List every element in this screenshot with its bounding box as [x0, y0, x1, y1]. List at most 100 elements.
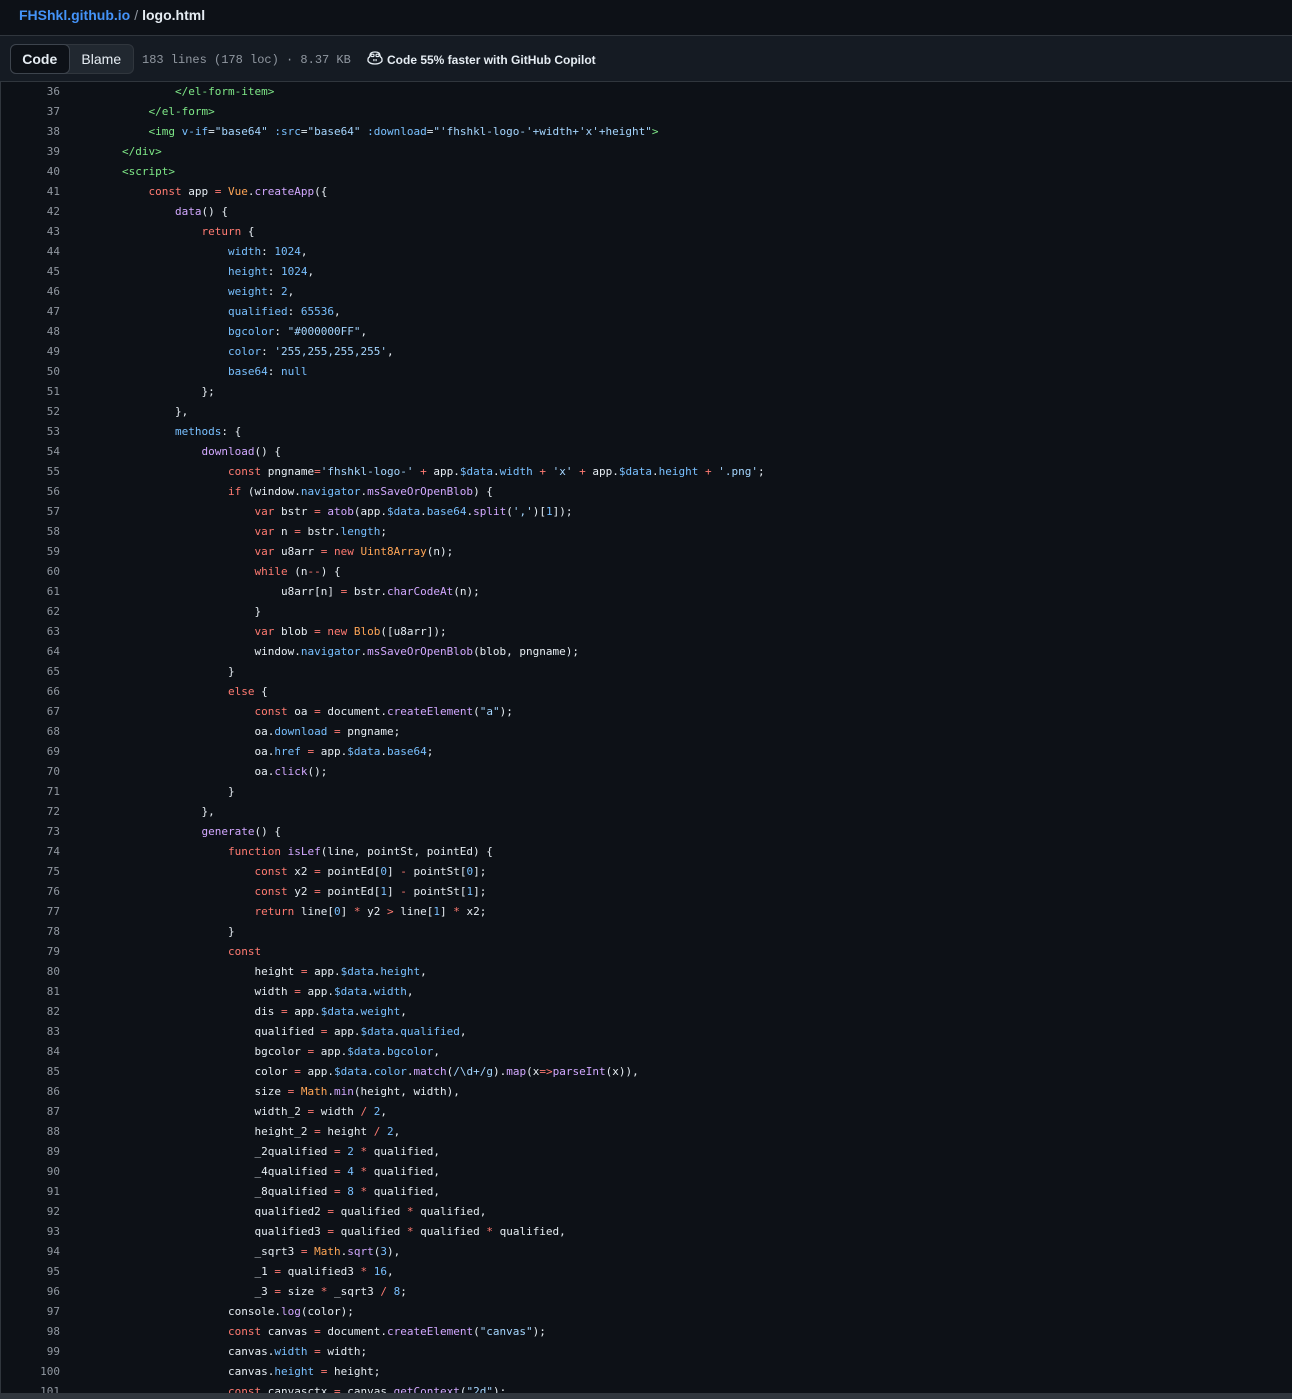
horizontal-scrollbar[interactable]	[0, 1393, 1292, 1399]
line-number[interactable]: 92	[1, 1202, 60, 1222]
code-token: bstr.	[347, 585, 387, 598]
line-number[interactable]: 47	[1, 302, 60, 322]
code-token: "#000000FF"	[287, 325, 361, 338]
code-token: const	[228, 1325, 262, 1338]
line-number[interactable]: 95	[1, 1262, 60, 1282]
line-number[interactable]: 65	[1, 662, 60, 682]
code-token: =	[314, 865, 321, 878]
line-number[interactable]: 49	[1, 342, 60, 362]
line-number[interactable]: 71	[1, 782, 60, 802]
line-number[interactable]: 43	[1, 222, 60, 242]
line-number[interactable]: 62	[1, 602, 60, 622]
line-number[interactable]: 101	[1, 1382, 60, 1393]
line-number[interactable]: 90	[1, 1162, 60, 1182]
line-number[interactable]: 76	[1, 882, 60, 902]
line-number[interactable]: 78	[1, 922, 60, 942]
line-number[interactable]: 96	[1, 1282, 60, 1302]
line-number[interactable]: 60	[1, 562, 60, 582]
line-number[interactable]: 72	[1, 802, 60, 822]
line-number[interactable]: 67	[1, 702, 60, 722]
line-content: size = Math.min(height, width),	[255, 1082, 460, 1102]
code-token: map	[506, 1065, 527, 1078]
code-token: qualified2	[254, 1205, 328, 1218]
line-number[interactable]: 41	[1, 182, 60, 202]
line-number[interactable]: 53	[1, 422, 60, 442]
line-number[interactable]: 100	[1, 1362, 60, 1382]
line-number[interactable]: 69	[1, 742, 60, 762]
line-number[interactable]: 83	[1, 1022, 60, 1042]
line-number[interactable]: 70	[1, 762, 60, 782]
line-number[interactable]: 37	[1, 102, 60, 122]
code-token: var	[254, 545, 275, 558]
line-number[interactable]: 50	[1, 362, 60, 382]
line-number[interactable]: 97	[1, 1302, 60, 1322]
line-number[interactable]: 57	[1, 502, 60, 522]
line-number[interactable]: 55	[1, 462, 60, 482]
line-number[interactable]: 46	[1, 282, 60, 302]
line-content: width_2 = width / 2,	[255, 1102, 387, 1122]
code-line: 93 qualified3 = qualified * qualified * q…	[1, 1222, 1292, 1242]
code-token: Blob	[353, 625, 381, 638]
line-number[interactable]: 82	[1, 1002, 60, 1022]
code-line: 100 canvas.height = height;	[1, 1362, 1292, 1382]
line-content: const app = Vue.createApp({	[149, 182, 328, 202]
line-number[interactable]: 63	[1, 622, 60, 642]
line-number[interactable]: 99	[1, 1342, 60, 1362]
copilot-link[interactable]: Code 55% faster with GitHub Copilot	[367, 51, 596, 68]
code-token: ) {	[320, 565, 341, 578]
line-number[interactable]: 61	[1, 582, 60, 602]
code-token: >	[387, 905, 394, 918]
line-number[interactable]: 44	[1, 242, 60, 262]
line-number[interactable]: 56	[1, 482, 60, 502]
code-token: qualified,	[367, 1145, 440, 1158]
line-number[interactable]: 89	[1, 1142, 60, 1162]
code-token: Uint8Array	[360, 545, 427, 558]
line-number[interactable]: 68	[1, 722, 60, 742]
line-number[interactable]: 85	[1, 1062, 60, 1082]
line-number[interactable]: 36	[1, 82, 60, 102]
line-number[interactable]: 77	[1, 902, 60, 922]
line-number[interactable]: 59	[1, 542, 60, 562]
line-number[interactable]: 66	[1, 682, 60, 702]
line-content: color = app.$data.color.match(/\d+/g).ma…	[255, 1062, 639, 1082]
code-tab-button[interactable]: Code	[10, 44, 70, 74]
line-number[interactable]: 42	[1, 202, 60, 222]
line-number[interactable]: 81	[1, 982, 60, 1002]
code-token: .	[651, 465, 659, 478]
line-number[interactable]: 48	[1, 322, 60, 342]
line-number[interactable]: 79	[1, 942, 60, 962]
line-number[interactable]: 86	[1, 1082, 60, 1102]
code-token: _8qualified	[254, 1185, 334, 1198]
line-number[interactable]: 45	[1, 262, 60, 282]
line-number[interactable]: 73	[1, 822, 60, 842]
line-content: }	[228, 922, 235, 942]
line-number[interactable]: 54	[1, 442, 60, 462]
code-token: (n);	[426, 545, 454, 558]
blame-tab-button[interactable]: Blame	[70, 45, 133, 73]
line-number[interactable]: 75	[1, 862, 60, 882]
line-number[interactable]: 80	[1, 962, 60, 982]
line-number[interactable]: 88	[1, 1122, 60, 1142]
code-token: <img	[148, 125, 176, 138]
line-number[interactable]: 39	[1, 142, 60, 162]
code-token: log	[280, 1305, 301, 1318]
line-number[interactable]: 91	[1, 1182, 60, 1202]
line-number[interactable]: 64	[1, 642, 60, 662]
line-number[interactable]: 40	[1, 162, 60, 182]
file-meta: 183 lines (178 loc) · 8.37 KB	[142, 53, 351, 67]
line-number[interactable]: 94	[1, 1242, 60, 1262]
line-number[interactable]: 74	[1, 842, 60, 862]
code-line: 45 height: 1024,	[1, 262, 1292, 282]
code-token: href	[274, 745, 301, 758]
line-number[interactable]: 93	[1, 1222, 60, 1242]
code-line: 85 color = app.$data.color.match(/\d+/g).…	[1, 1062, 1292, 1082]
line-number[interactable]: 87	[1, 1102, 60, 1122]
line-number[interactable]: 84	[1, 1042, 60, 1062]
code-line: 94 _sqrt3 = Math.sqrt(3),	[1, 1242, 1292, 1262]
repo-link[interactable]: FHShkl.github.io	[19, 7, 130, 23]
line-number[interactable]: 52	[1, 402, 60, 422]
line-number[interactable]: 58	[1, 522, 60, 542]
line-number[interactable]: 98	[1, 1322, 60, 1342]
line-number[interactable]: 38	[1, 122, 60, 142]
line-number[interactable]: 51	[1, 382, 60, 402]
